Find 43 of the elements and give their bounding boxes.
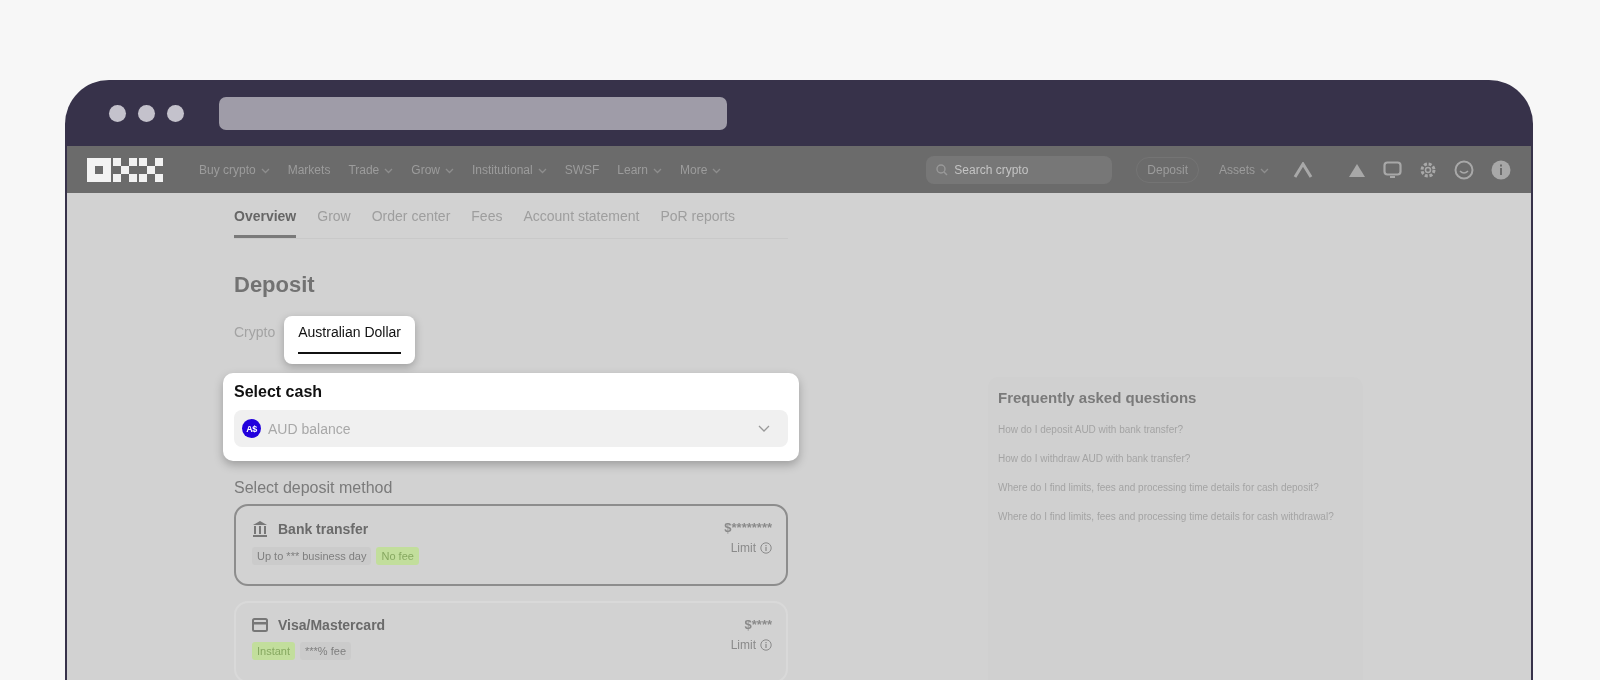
method-tag: ***% fee (300, 642, 351, 660)
deposit-method-label: Select deposit method (234, 479, 394, 497)
method-tag: Up to *** business day (252, 547, 372, 565)
search-field[interactable]: Search crypto (926, 155, 1113, 184)
address-bar[interactable] (219, 96, 727, 130)
caret-icon (260, 167, 270, 174)
faq-title: Frequently asked questions (998, 389, 1198, 406)
deposit-method-card[interactable]: Visa/Mastercard Instant ***% fee $**** Limit (234, 601, 788, 680)
gear-icon[interactable] (1419, 160, 1437, 179)
limit-label: Limit (730, 638, 756, 652)
method-tag: Instant (252, 642, 296, 660)
method-name: Bank transfer (278, 521, 369, 537)
window-dot-icon[interactable] (167, 104, 184, 122)
caret-icon (1260, 167, 1269, 174)
caret-icon (653, 167, 663, 174)
method-tag: No fee (376, 547, 419, 565)
window-dot-icon[interactable] (109, 104, 126, 122)
message-icon[interactable] (1383, 161, 1402, 178)
currency-badge-icon: A$ (242, 419, 261, 438)
caret-icon (712, 167, 722, 174)
peak-icon[interactable] (1293, 161, 1313, 178)
caret-icon (444, 167, 454, 174)
deposit-method-card[interactable]: Bank transfer Up to *** business day No fee $******** Limit (234, 504, 788, 586)
limit-amount: $******** (724, 520, 772, 535)
limit-amount: $**** (744, 617, 772, 632)
face-icon[interactable] (1454, 159, 1474, 180)
caret-icon (537, 167, 547, 174)
select-cash-label: Select cash (234, 383, 324, 401)
method-name: Visa/Mastercard (278, 617, 386, 633)
caret-icon (384, 167, 394, 174)
bank-icon (252, 520, 268, 538)
card-icon (252, 618, 268, 632)
page-title: Deposit (234, 272, 316, 299)
limit-label: Limit (730, 541, 756, 555)
logo-icon[interactable] (87, 157, 163, 182)
currency-tab[interactable]: Australian Dollar (284, 316, 415, 364)
subnav-tab[interactable]: Overview (234, 208, 297, 238)
cash-select-field[interactable]: A$ AUD balance (234, 410, 788, 447)
window-dot-icon[interactable] (138, 104, 155, 122)
info-icon[interactable] (760, 639, 772, 651)
info-icon[interactable] (1491, 159, 1511, 180)
info-icon[interactable] (760, 542, 772, 554)
chevron-down-icon (758, 425, 770, 432)
